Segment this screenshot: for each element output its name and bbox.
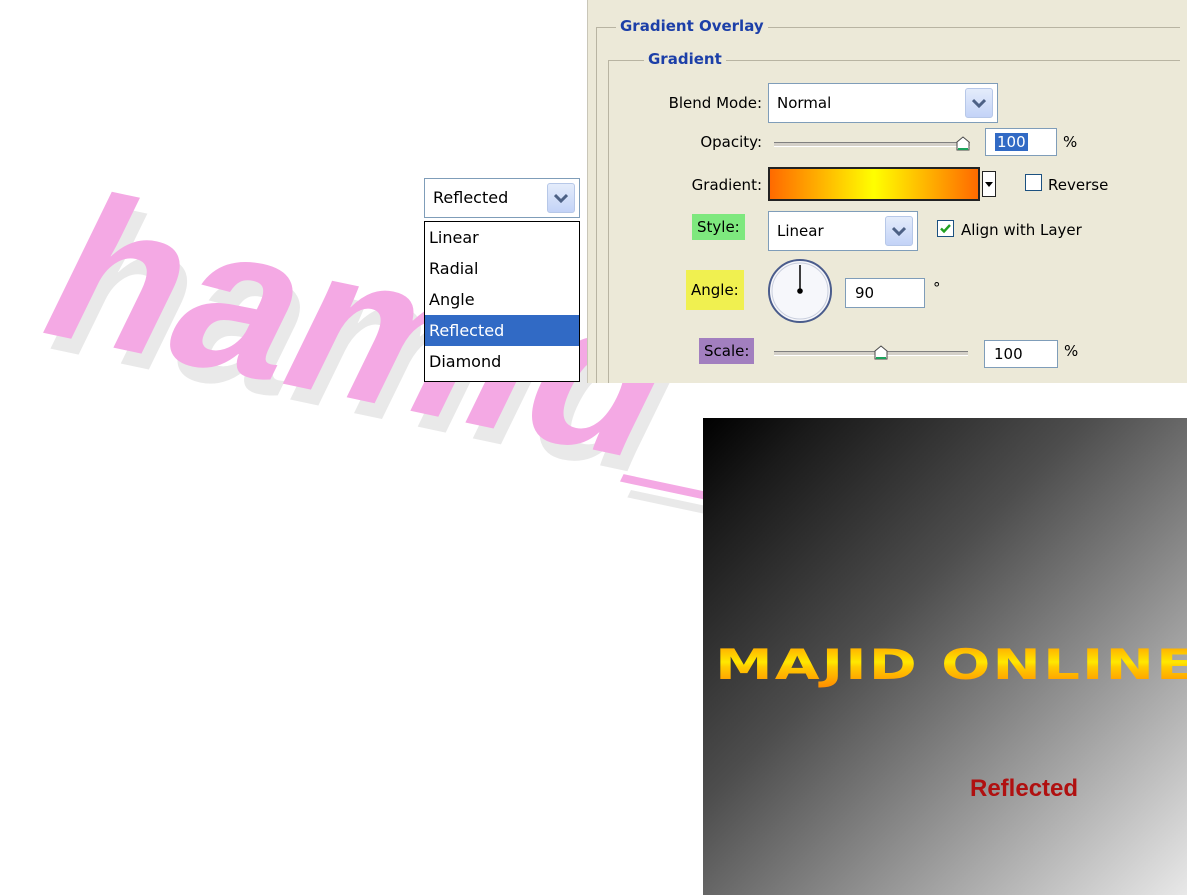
align-with-layer-label: Align with Layer [961,221,1082,239]
style-select-expanded[interactable]: Reflected [424,178,580,218]
blend-mode-select[interactable]: Normal [768,83,998,123]
opacity-label: Opacity: [700,133,762,151]
chevron-down-icon [972,98,986,108]
style-arrow-button[interactable] [885,216,913,246]
checkmark-icon [940,224,951,234]
opacity-slider-thumb[interactable] [956,136,970,151]
style-option-reflected[interactable]: Reflected [425,315,579,346]
style-select-value: Reflected [433,188,509,207]
blend-mode-arrow-button[interactable] [965,88,993,118]
scale-slider-track[interactable] [774,351,968,356]
chevron-down-icon [554,193,568,203]
preview-caption: Reflected [970,775,1079,802]
style-option-diamond[interactable]: Diamond [425,346,579,377]
opacity-slider-track[interactable] [774,142,970,147]
gradient-overlay-panel: Gradient Overlay Gradient Blend Mode: No… [587,0,1187,383]
scale-input[interactable]: 100 [984,340,1058,368]
style-options-list: Linear Radial Angle Reflected Diamond [424,221,580,382]
caret-down-icon [985,182,993,187]
opacity-input[interactable]: 100 [985,128,1057,156]
group-border-left [596,27,597,383]
opacity-value: 100 [995,133,1028,151]
opacity-unit: % [1063,133,1078,151]
angle-input[interactable]: 90 [845,278,925,308]
panel-title: Gradient Overlay [616,17,768,35]
preview-image: MAJID ONLINE Reflected [703,418,1187,895]
blend-mode-value: Normal [777,94,832,112]
reverse-label: Reverse [1048,176,1109,194]
reverse-checkbox[interactable] [1025,174,1042,191]
style-option-radial[interactable]: Radial [425,253,579,284]
gradient-label: Gradient: [691,176,762,194]
style-select-arrow-button[interactable] [547,183,575,213]
gradient-picker-button[interactable] [982,171,996,197]
scale-label: Scale: [699,338,755,364]
inner-group-border-left [608,60,609,383]
angle-unit: ° [933,279,941,297]
align-with-layer-checkbox[interactable] [937,220,954,237]
group-title: Gradient [644,50,726,68]
chevron-down-icon [892,226,906,236]
style-option-linear[interactable]: Linear [425,222,579,253]
angle-label: Angle: [686,270,744,310]
angle-dial[interactable] [766,257,834,325]
preview-headline: MAJID ONLINE [715,640,1187,689]
style-value: Linear [777,222,824,240]
style-option-angle[interactable]: Angle [425,284,579,315]
scale-unit: % [1064,342,1079,360]
gradient-swatch[interactable] [768,167,980,201]
style-label: Style: [692,214,745,240]
scale-slider-thumb[interactable] [874,345,888,360]
style-select[interactable]: Linear [768,211,918,251]
blend-mode-label: Blend Mode: [668,94,762,112]
